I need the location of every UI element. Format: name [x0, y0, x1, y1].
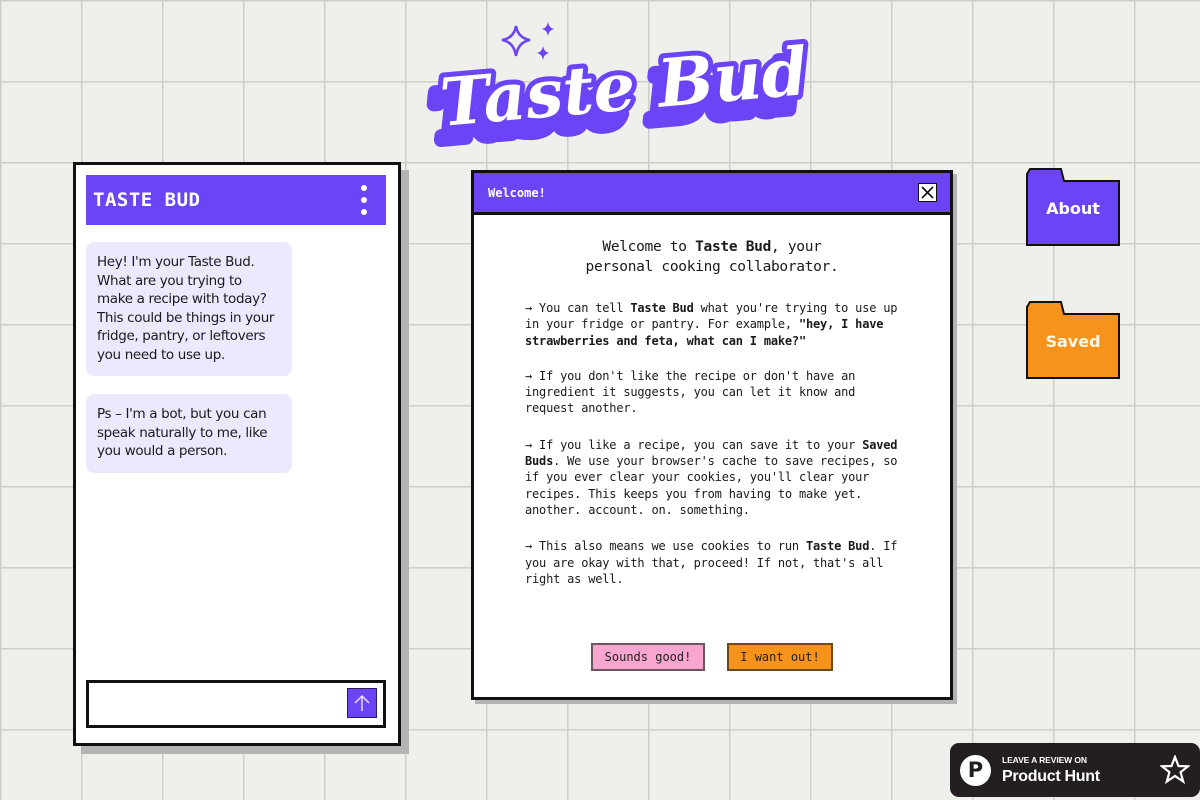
bold-text: Taste Bud — [630, 301, 694, 315]
paragraph-text: → If you don't like the recipe or don't … — [525, 368, 856, 416]
chat-header: TASTE BUD — [86, 175, 386, 225]
chat-message: Ps – I'm a bot, but you can speak natura… — [86, 394, 292, 473]
info-paragraph: → If you don't like the recipe or don't … — [525, 368, 905, 417]
welcome-modal: Welcome! Welcome to Taste Bud, your perso… — [471, 170, 953, 700]
product-hunt-logo-icon: P — [960, 754, 991, 786]
chat-input-box — [86, 680, 386, 728]
paragraph-text: → You can tell — [525, 301, 631, 315]
bold-text: Taste Bud — [806, 539, 870, 554]
modal-body: Welcome to Taste Bud, your personal cooki… — [474, 237, 950, 587]
close-button[interactable] — [918, 183, 937, 202]
folder-label: About — [1046, 199, 1100, 218]
folder-label: Saved — [1045, 332, 1101, 351]
paragraph-text: . We use your browser's cache to save re… — [525, 454, 898, 517]
close-x-icon — [921, 186, 934, 199]
taste-bud-logo: Taste Bud Taste Bud Taste Bud — [400, 10, 816, 164]
modal-titlebar: Welcome! — [474, 173, 950, 215]
decline-button[interactable]: I want out! — [727, 643, 833, 671]
modal-actions: Sounds good! I want out! — [474, 643, 950, 671]
logo-graphic: Taste Bud Taste Bud Taste Bud — [421, 22, 816, 164]
product-hunt-badge[interactable]: P LEAVE A REVIEW ON Product Hunt — [950, 743, 1200, 797]
saved-folder[interactable]: Saved — [1025, 301, 1121, 379]
chat-title: TASTE BUD — [93, 189, 201, 211]
chat-input[interactable] — [89, 683, 339, 725]
accept-button[interactable]: Sounds good! — [591, 643, 705, 671]
paragraph-text: → This also means we use cookies to run — [525, 539, 806, 554]
chat-message: Hey! I'm your Taste Bud. What are you tr… — [86, 242, 292, 376]
about-folder[interactable]: About — [1025, 168, 1121, 246]
paragraph-text: → If you like a recipe, you can save it … — [525, 437, 863, 452]
arrow-up-icon — [354, 694, 370, 711]
product-hunt-text: LEAVE A REVIEW ON Product Hunt — [1002, 755, 1100, 786]
chat-panel: TASTE BUD Hey! I'm your Taste Bud. What … — [73, 162, 401, 746]
kebab-menu-icon[interactable] — [352, 180, 376, 220]
info-paragraph: → If you like a recipe, you can save it … — [525, 437, 905, 518]
product-hunt-small-text: LEAVE A REVIEW ON — [1002, 754, 1087, 765]
star-outline-icon — [1160, 755, 1190, 785]
info-paragraph: → You can tell Taste Bud what you're try… — [525, 300, 905, 349]
welcome-text: Welcome to — [602, 239, 696, 255]
welcome-heading: Welcome to Taste Bud, your personal cooki… — [474, 237, 950, 277]
info-paragraph: → This also means we use cookies to run … — [525, 538, 905, 587]
send-button[interactable] — [347, 688, 377, 718]
modal-title: Welcome! — [488, 185, 546, 200]
welcome-brand: Taste Bud — [695, 239, 771, 255]
product-hunt-big-text: Product Hunt — [1002, 767, 1100, 785]
